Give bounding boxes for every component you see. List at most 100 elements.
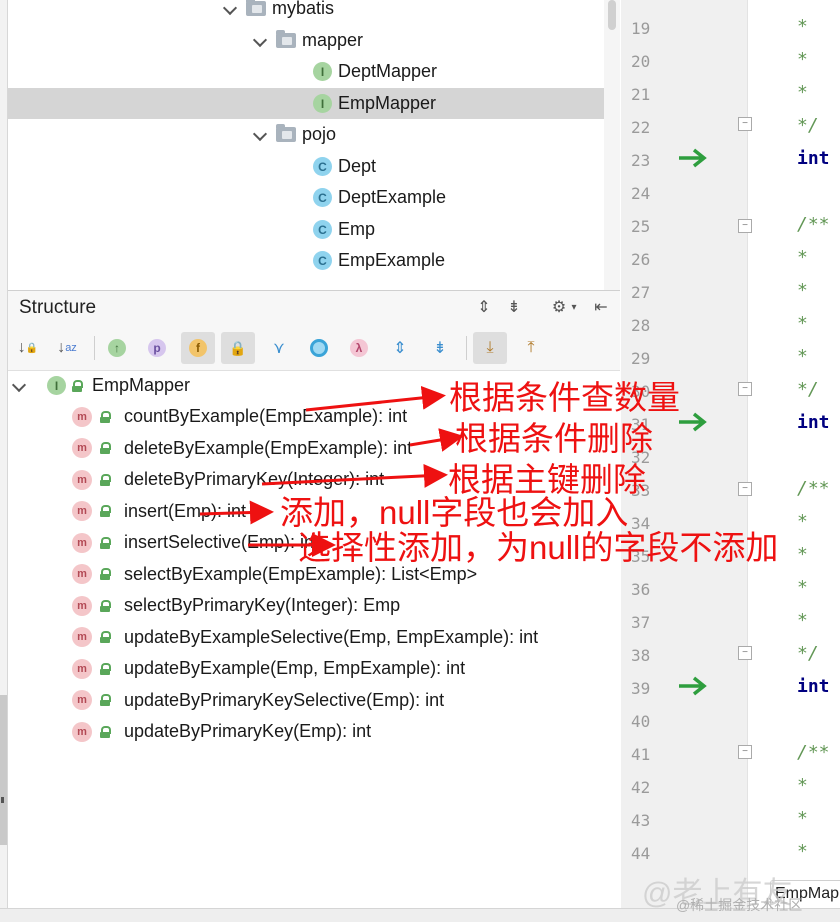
method-signature: updateByPrimaryKey(Emp): int — [124, 721, 372, 741]
interface-icon: I — [313, 94, 332, 113]
line-number: 36 — [631, 580, 651, 599]
toolbar-separator — [94, 336, 95, 360]
line-number: 37 — [631, 613, 651, 632]
show-fields-icon[interactable]: f — [181, 332, 215, 364]
show-lambdas-ring-icon[interactable] — [302, 332, 336, 364]
method-icon: m — [72, 658, 92, 679]
method-icon: m — [72, 438, 92, 458]
fold-start-icon[interactable]: − — [738, 219, 752, 233]
show-lambdas-icon[interactable]: λ — [342, 332, 376, 364]
tree-item-deptexample[interactable]: C DeptExample — [8, 182, 620, 213]
expand-all-icon[interactable]: ⇕ — [474, 298, 494, 318]
structure-method-row[interactable]: m selectByPrimaryKey(Integer): Emp — [8, 590, 620, 621]
tree-item-dept[interactable]: C Dept — [8, 151, 620, 182]
code-line: * — [797, 280, 808, 301]
code-line: /** — [797, 214, 830, 235]
method-icon: m — [72, 469, 92, 490]
sort-by-visibility-icon[interactable]: ↓ 🔒 — [11, 332, 45, 364]
tree-label: EmpExample — [338, 250, 446, 270]
tree-label: EmpMapper — [338, 93, 437, 113]
implemented-arrow-icon[interactable] — [677, 146, 709, 170]
tree-scrollbar[interactable] — [604, 0, 620, 290]
implemented-arrow-icon[interactable] — [677, 674, 709, 698]
show-properties-icon[interactable]: p — [140, 332, 174, 364]
tree-item-empexample[interactable]: C EmpExample — [8, 245, 620, 276]
method-signature: deleteByPrimaryKey(Integer): int — [124, 469, 385, 489]
code-line: * — [797, 49, 808, 70]
gear-dropdown-icon[interactable]: ▾ — [564, 298, 584, 318]
chevron-down-icon[interactable] — [254, 129, 266, 141]
hide-panel-icon[interactable]: ⇤ — [591, 298, 611, 318]
tree-item-empmapper[interactable]: I EmpMapper — [8, 88, 620, 119]
autoscroll-to-source-icon[interactable]: ⤓ — [473, 332, 507, 364]
tree-folder-mybatis[interactable]: mybatis — [8, 0, 620, 24]
public-lock-icon — [100, 568, 111, 580]
public-lock-icon — [72, 379, 83, 392]
public-lock-icon — [100, 536, 111, 549]
method-signature: selectByPrimaryKey(Integer): Emp — [124, 595, 401, 615]
implemented-arrow-icon[interactable] — [677, 410, 709, 434]
public-lock-icon — [100, 662, 111, 675]
fold-end-icon[interactable]: − — [738, 646, 752, 660]
method-icon: m — [72, 406, 92, 427]
code-line: */ — [797, 115, 819, 136]
fold-end-icon[interactable]: − — [738, 382, 752, 396]
line-number: 29 — [631, 349, 651, 368]
code-line: * — [797, 544, 808, 565]
tree-label: DeptExample — [338, 187, 447, 207]
public-lock-icon — [100, 410, 111, 423]
method-signature: updateByExampleSelective(Emp, EmpExample… — [124, 626, 539, 647]
code-line: * — [797, 577, 808, 598]
code-line: * — [797, 775, 808, 796]
method-signature: updateByExample(Emp, EmpExample): int — [124, 658, 466, 678]
structure-method-row[interactable]: m updateByExampleSelective(Emp, EmpExampl… — [8, 622, 620, 653]
fold-end-icon[interactable]: − — [738, 117, 752, 131]
show-non-public-icon[interactable]: 🔒 — [221, 332, 255, 364]
code-line: * — [797, 313, 808, 334]
method-icon: m — [72, 627, 92, 647]
method-signature: deleteByExample(EmpExample): int — [124, 437, 413, 458]
tool-strip-marker — [0, 695, 7, 845]
tree-label: DeptMapper — [338, 61, 438, 81]
tree-item-deptmapper[interactable]: I DeptMapper — [8, 56, 620, 87]
chevron-down-icon[interactable] — [224, 3, 236, 15]
class-icon: C — [313, 220, 332, 239]
structure-root-label: EmpMapper — [92, 375, 191, 395]
sort-alphabetically-icon[interactable]: ↓ az — [50, 332, 84, 364]
line-number: 40 — [631, 712, 651, 731]
scrollbar-thumb[interactable] — [608, 0, 616, 30]
toolbar-separator — [466, 336, 467, 360]
chevron-down-icon[interactable] — [13, 380, 25, 392]
structure-method-row[interactable]: m updateByExample(Emp, EmpExample): int — [8, 653, 620, 684]
show-inherited-icon[interactable]: ↑ — [100, 332, 134, 364]
code-line: /** — [797, 478, 830, 499]
code-line: int — [797, 676, 830, 697]
method-icon: m — [72, 532, 92, 553]
public-lock-icon — [100, 725, 111, 738]
tree-item-emp[interactable]: C Emp — [8, 214, 620, 245]
code-editor[interactable]: 19 20 21 22 23 24 25 26 27 28 29 30 31 32 33 34 35 36 37 38… — [621, 0, 840, 921]
code-line: * — [797, 511, 808, 532]
collapse-all-icon[interactable]: ⇟ — [423, 332, 457, 364]
autoscroll-from-source-icon[interactable]: ⤒ — [514, 332, 548, 364]
line-number: 22 — [631, 118, 651, 137]
tree-folder-pojo[interactable]: pojo — [8, 119, 620, 150]
code-line: * — [797, 808, 808, 829]
method-signature: updateByPrimaryKeySelective(Emp): int — [124, 689, 445, 710]
structure-method-row[interactable]: m updateByPrimaryKey(Emp): int — [8, 716, 620, 747]
collapse-all-icon[interactable]: ⇟ — [504, 298, 524, 318]
line-number: 24 — [631, 184, 651, 203]
tree-folder-mapper[interactable]: mapper — [8, 25, 620, 56]
fold-start-icon[interactable]: − — [738, 745, 752, 759]
fold-start-icon[interactable]: − — [738, 482, 752, 496]
public-lock-icon — [100, 631, 111, 643]
line-number: 27 — [631, 283, 651, 302]
structure-method-row[interactable]: m updateByPrimaryKeySelective(Emp): int — [8, 685, 620, 716]
show-anonymous-icon[interactable]: ⋎ — [262, 332, 296, 364]
line-number: 39 — [631, 679, 651, 698]
method-signature: insertSelective(Emp): int — [124, 532, 320, 552]
chevron-down-icon[interactable] — [254, 35, 266, 47]
left-tool-strip — [0, 0, 8, 921]
expand-all-icon[interactable]: ⇕ — [383, 332, 417, 364]
public-lock-icon — [100, 442, 111, 454]
